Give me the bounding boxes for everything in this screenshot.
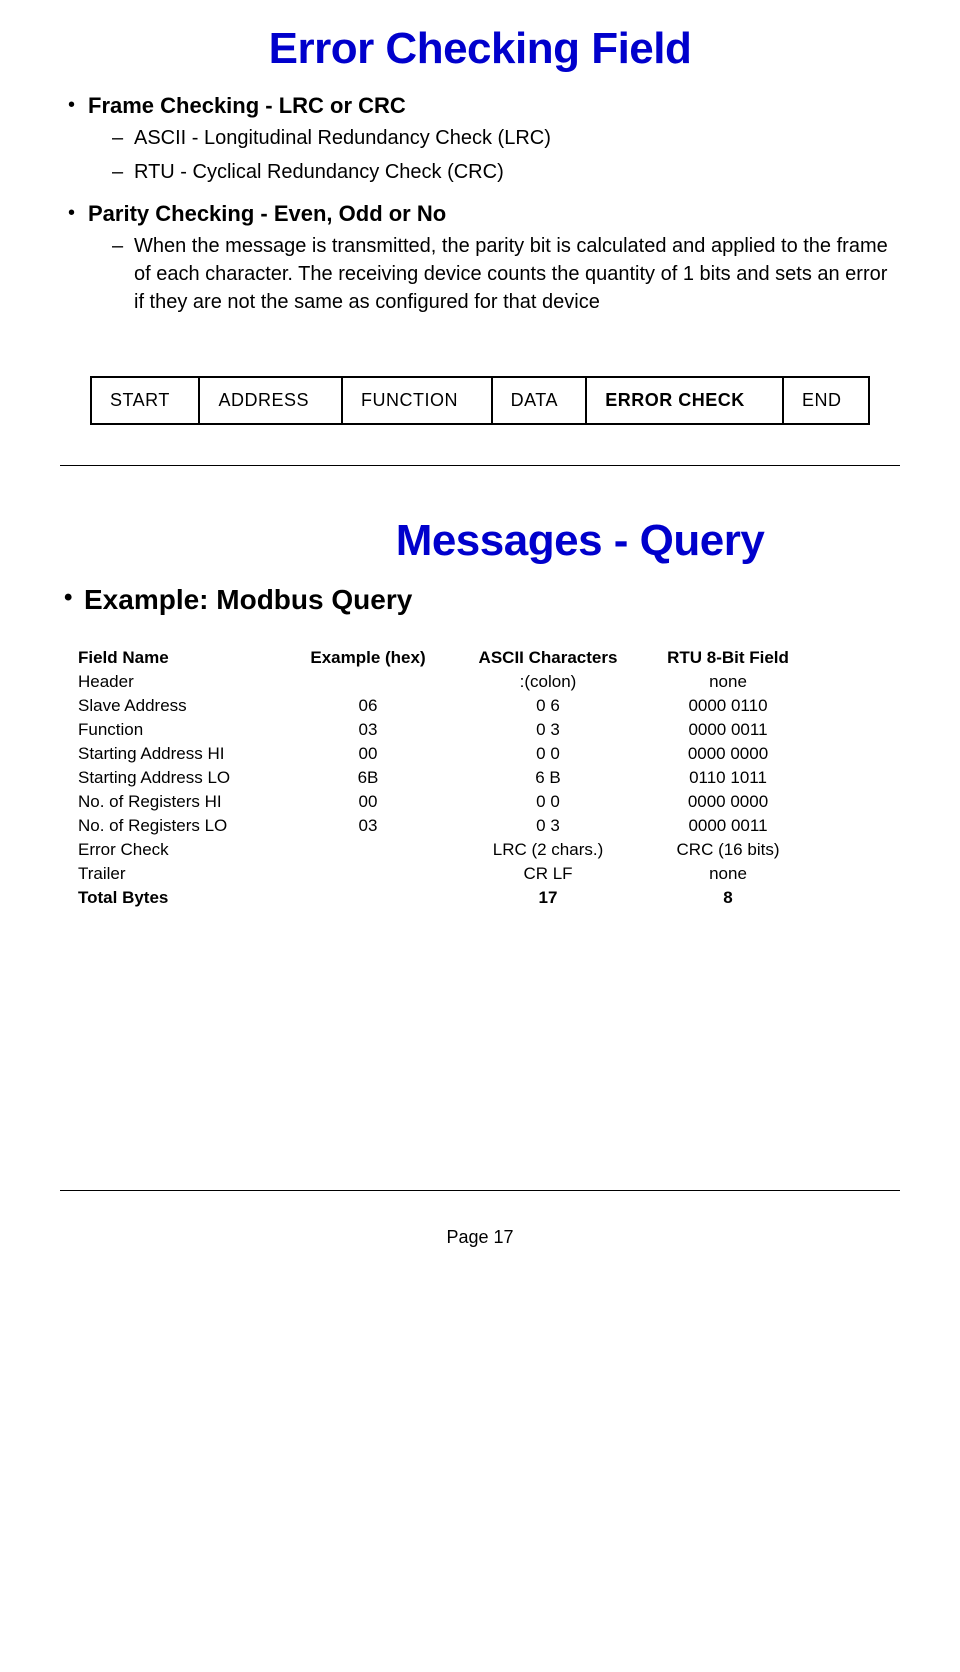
cell-name: Starting Address HI bbox=[78, 742, 288, 766]
cell-rtu: 0000 0110 bbox=[648, 694, 808, 718]
cell-rtu: 0000 0011 bbox=[648, 814, 808, 838]
cell-rtu: 0110 1011 bbox=[648, 766, 808, 790]
cell-ascii: 0 0 bbox=[448, 790, 648, 814]
cell-ascii: 0 0 bbox=[448, 742, 648, 766]
frame-table-wrap: START ADDRESS FUNCTION DATA ERROR CHECK … bbox=[90, 376, 870, 425]
bullet1-head: Frame Checking - LRC or CRC bbox=[88, 92, 900, 120]
slide2-title: Messages - Query bbox=[260, 516, 900, 566]
cell-name: Starting Address LO bbox=[78, 766, 288, 790]
frame-cell-start: START bbox=[91, 377, 199, 424]
cell-name: Total Bytes bbox=[78, 886, 288, 910]
sub-ascii-lrc: ASCII - Longitudinal Redundancy Check (L… bbox=[112, 124, 900, 152]
cell-ascii: LRC (2 chars.) bbox=[448, 838, 648, 862]
cell-ascii: 17 bbox=[448, 886, 648, 910]
cell-ascii: 6 B bbox=[448, 766, 648, 790]
cell-name: Header bbox=[78, 670, 288, 694]
cell-name: Trailer bbox=[78, 862, 288, 886]
cell-rtu: none bbox=[648, 670, 808, 694]
bottom-divider bbox=[60, 1190, 900, 1191]
bullet-parity-checking: Parity Checking - Even, Odd or No When t… bbox=[64, 200, 900, 316]
frame-table: START ADDRESS FUNCTION DATA ERROR CHECK … bbox=[90, 376, 870, 425]
cell-name: Slave Address bbox=[78, 694, 288, 718]
cell-hex: 6B bbox=[288, 766, 448, 790]
cell-rtu: CRC (16 bits) bbox=[648, 838, 808, 862]
cell-name: No. of Registers HI bbox=[78, 790, 288, 814]
cell-rtu: 0000 0000 bbox=[648, 790, 808, 814]
table-row: Function 03 0 3 0000 0011 bbox=[78, 718, 900, 742]
slide1-bullets: Frame Checking - LRC or CRC ASCII - Long… bbox=[64, 92, 900, 316]
cell-rtu: 0000 0000 bbox=[648, 742, 808, 766]
cell-rtu: 8 bbox=[648, 886, 808, 910]
sub-parity-desc: When the message is transmitted, the par… bbox=[112, 232, 900, 316]
table-row: Starting Address HI 00 0 0 0000 0000 bbox=[78, 742, 900, 766]
table-row: Trailer CR LF none bbox=[78, 862, 900, 886]
cell-ascii: :(colon) bbox=[448, 670, 648, 694]
page-number: Page 17 bbox=[60, 1227, 900, 1248]
table-row: Header :(colon) none bbox=[78, 670, 900, 694]
table-row: No. of Registers LO 03 0 3 0000 0011 bbox=[78, 814, 900, 838]
cell-hex: 00 bbox=[288, 790, 448, 814]
cell-name: No. of Registers LO bbox=[78, 814, 288, 838]
cell-hex: 00 bbox=[288, 742, 448, 766]
cell-hex bbox=[288, 670, 448, 694]
cell-rtu: 0000 0011 bbox=[648, 718, 808, 742]
frame-cell-error-check: ERROR CHECK bbox=[586, 377, 783, 424]
bullet2-sublist: When the message is transmitted, the par… bbox=[112, 232, 900, 316]
hdr-rtu-field: RTU 8-Bit Field bbox=[648, 646, 808, 670]
frame-cell-function: FUNCTION bbox=[342, 377, 492, 424]
cell-ascii: 0 6 bbox=[448, 694, 648, 718]
cell-hex bbox=[288, 838, 448, 862]
cell-ascii: CR LF bbox=[448, 862, 648, 886]
cell-hex: 03 bbox=[288, 718, 448, 742]
hdr-field-name: Field Name bbox=[78, 646, 288, 670]
frame-cell-address: ADDRESS bbox=[199, 377, 341, 424]
table-row-total: Total Bytes 17 8 bbox=[78, 886, 900, 910]
cell-name: Function bbox=[78, 718, 288, 742]
table-header-row: Field Name Example (hex) ASCII Character… bbox=[78, 646, 900, 670]
table-row: Starting Address LO 6B 6 B 0110 1011 bbox=[78, 766, 900, 790]
table-row: Error Check LRC (2 chars.) CRC (16 bits) bbox=[78, 838, 900, 862]
cell-hex: 03 bbox=[288, 814, 448, 838]
slide1-title: Error Checking Field bbox=[60, 24, 900, 74]
bullet1-sublist: ASCII - Longitudinal Redundancy Check (L… bbox=[112, 124, 900, 186]
frame-cell-end: END bbox=[783, 377, 869, 424]
example-modbus-query: Example: Modbus Query bbox=[60, 584, 900, 616]
cell-hex: 06 bbox=[288, 694, 448, 718]
cell-rtu: none bbox=[648, 862, 808, 886]
query-table: Field Name Example (hex) ASCII Character… bbox=[78, 646, 900, 910]
sub-rtu-crc: RTU - Cyclical Redundancy Check (CRC) bbox=[112, 158, 900, 186]
cell-hex bbox=[288, 862, 448, 886]
cell-name: Error Check bbox=[78, 838, 288, 862]
table-row: No. of Registers HI 00 0 0 0000 0000 bbox=[78, 790, 900, 814]
hdr-ascii-chars: ASCII Characters bbox=[448, 646, 648, 670]
cell-hex bbox=[288, 886, 448, 910]
bullet2-head: Parity Checking - Even, Odd or No bbox=[88, 200, 900, 228]
bullet-frame-checking: Frame Checking - LRC or CRC ASCII - Long… bbox=[64, 92, 900, 186]
table-row: Slave Address 06 0 6 0000 0110 bbox=[78, 694, 900, 718]
cell-ascii: 0 3 bbox=[448, 718, 648, 742]
slide-divider bbox=[60, 465, 900, 466]
cell-ascii: 0 3 bbox=[448, 814, 648, 838]
frame-cell-data: DATA bbox=[492, 377, 587, 424]
hdr-example-hex: Example (hex) bbox=[288, 646, 448, 670]
